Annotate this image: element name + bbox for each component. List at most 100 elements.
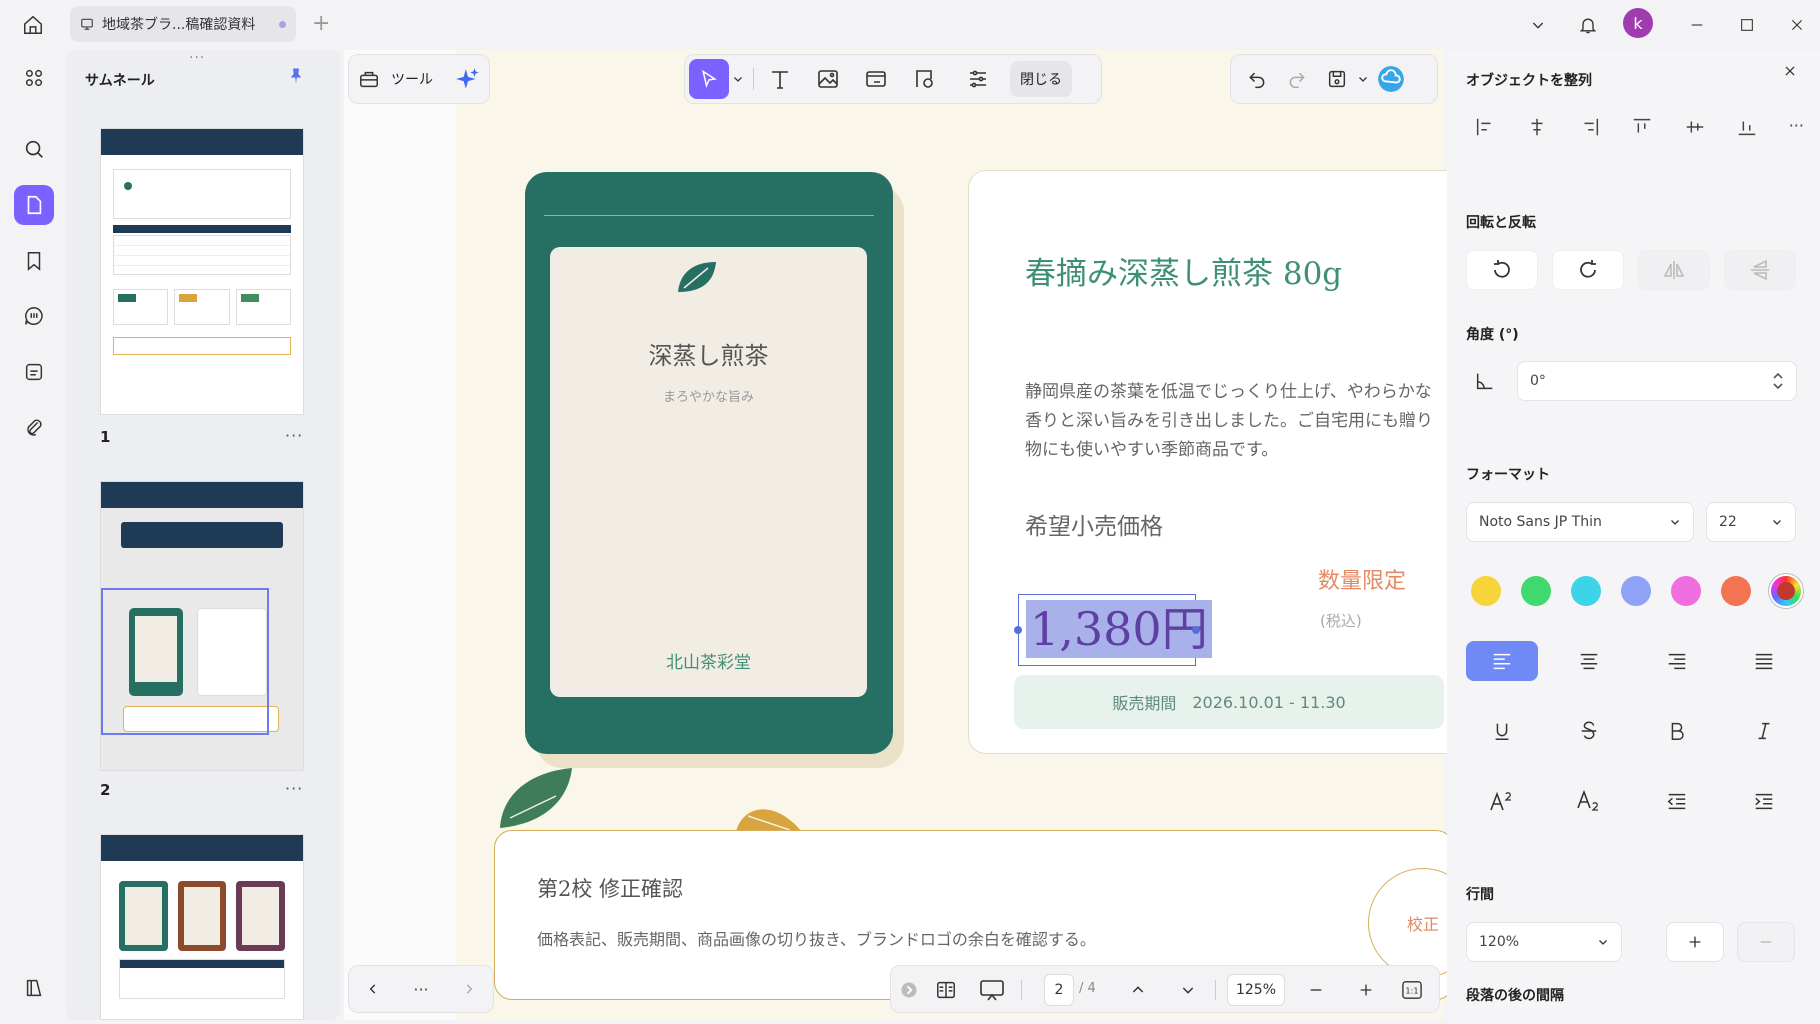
presentation-icon[interactable] [975, 966, 1009, 1014]
document-tab[interactable]: 地域茶ブラ...稿確認資料 [70, 6, 296, 42]
text-align-left-icon[interactable] [1466, 641, 1538, 681]
new-tab-button[interactable]: + [312, 12, 330, 36]
product-description[interactable]: 静岡県産の茶葉を低温でじっくり仕上げ、やわらかな香りと深い旨みを引き出しました。… [1025, 378, 1440, 465]
zoom-out-icon[interactable] [1301, 966, 1331, 1014]
link-tool-icon[interactable] [856, 59, 896, 99]
indent-icon[interactable] [1728, 781, 1800, 821]
chevron-down-icon[interactable] [729, 73, 747, 85]
note-body[interactable]: 価格表記、販売期間、商品画像の切り抜き、ブランドロゴの余白を確認する。 [537, 926, 1096, 950]
text-align-right-icon[interactable] [1641, 641, 1713, 681]
close-edit-button[interactable]: 閉じる [1010, 61, 1072, 97]
page-icon[interactable] [14, 185, 54, 225]
decrease-spacing-button[interactable] [1737, 922, 1795, 962]
select-tool-icon[interactable] [689, 59, 729, 99]
flip-horizontal-icon[interactable] [1638, 250, 1710, 290]
italic-icon[interactable] [1728, 711, 1800, 751]
resize-handle-left[interactable] [1014, 626, 1022, 634]
page-thumbnail-3[interactable] [100, 834, 304, 1020]
save-icon[interactable] [1317, 59, 1357, 99]
avatar[interactable]: k [1623, 8, 1653, 38]
product-name[interactable]: 春摘み深蒸し煎茶 80g [1025, 248, 1342, 293]
tools-label[interactable]: ツール [391, 69, 433, 89]
increase-spacing-button[interactable] [1666, 922, 1724, 962]
bold-icon[interactable] [1641, 711, 1713, 751]
minimize-icon[interactable] [1682, 10, 1712, 40]
align-center-h-icon[interactable] [1526, 116, 1548, 138]
line-spacing-select[interactable]: 120% [1466, 922, 1622, 962]
tax-label[interactable]: (税込) [1320, 610, 1362, 631]
page-layout-icon[interactable] [931, 966, 961, 1014]
more-align-icon[interactable]: ··· [1789, 116, 1804, 138]
underline-icon[interactable] [1466, 711, 1538, 751]
flip-vertical-icon[interactable] [1724, 250, 1796, 290]
chevron-up-icon[interactable] [1123, 966, 1153, 1014]
color-swatch[interactable] [1721, 576, 1751, 606]
price-label[interactable]: 希望小売価格 [1025, 507, 1163, 541]
close-panel-icon[interactable] [1783, 64, 1797, 78]
actual-size-icon[interactable]: 1:1 [1397, 966, 1427, 1014]
toolbox-icon[interactable] [357, 68, 381, 90]
chevron-down-icon[interactable] [1173, 966, 1203, 1014]
text-align-center-icon[interactable] [1553, 641, 1625, 681]
home-icon[interactable] [18, 10, 48, 40]
undo-icon[interactable] [1237, 59, 1277, 99]
align-middle-icon[interactable] [1684, 116, 1706, 138]
font-family-select[interactable]: Noto Sans JP Thin [1466, 502, 1694, 542]
redo-icon[interactable] [1277, 59, 1317, 99]
cloud-sync-icon[interactable] [1371, 59, 1411, 99]
text-justify-icon[interactable] [1728, 641, 1800, 681]
properties-icon[interactable] [958, 59, 998, 99]
stepper-icon[interactable] [1772, 370, 1784, 392]
attachment-icon[interactable] [14, 408, 54, 448]
custom-color-picker[interactable] [1771, 576, 1801, 606]
form-icon[interactable] [14, 352, 54, 392]
align-right-icon[interactable] [1579, 116, 1601, 138]
stamp-tool-icon[interactable] [904, 59, 944, 99]
rotate-right-icon[interactable] [1552, 250, 1624, 290]
page-thumbnail-1[interactable] [100, 128, 304, 415]
pin-icon[interactable] [287, 66, 305, 86]
color-swatch[interactable] [1521, 576, 1551, 606]
image-tool-icon[interactable] [808, 59, 848, 99]
align-left-icon[interactable] [1474, 116, 1496, 138]
text-tool-icon[interactable] [760, 59, 800, 99]
chevron-down-icon[interactable] [1523, 10, 1553, 40]
color-swatch[interactable] [1471, 576, 1501, 606]
search-icon[interactable] [14, 129, 54, 169]
color-swatch[interactable] [1671, 576, 1701, 606]
drag-grip-icon[interactable]: ··· [189, 50, 205, 66]
ai-sparkle-icon[interactable] [455, 66, 481, 92]
limited-badge[interactable]: 数量限定 [1318, 563, 1406, 595]
resize-handle-right[interactable] [1192, 626, 1200, 634]
page-thumbnail-2[interactable] [100, 481, 304, 771]
grid-icon[interactable] [14, 58, 54, 98]
sidebar-toggle-icon[interactable] [14, 968, 54, 1008]
maximize-icon[interactable] [1732, 10, 1762, 40]
close-window-icon[interactable] [1782, 10, 1812, 40]
bookmark-icon[interactable] [14, 241, 54, 281]
note-title[interactable]: 第2校 修正確認 [537, 873, 683, 903]
subscript-icon[interactable] [1553, 781, 1625, 821]
more-options-icon[interactable]: ··· [285, 779, 303, 798]
align-top-icon[interactable] [1631, 116, 1653, 138]
rotate-left-icon[interactable] [1466, 250, 1538, 290]
expand-icon[interactable] [899, 966, 919, 1014]
chevron-left-icon[interactable] [366, 982, 380, 996]
price-text[interactable]: 1,380円 [1026, 600, 1212, 658]
zoom-in-icon[interactable] [1351, 966, 1381, 1014]
strikethrough-icon[interactable] [1553, 711, 1625, 751]
comment-icon[interactable] [14, 296, 54, 336]
color-swatch[interactable] [1571, 576, 1601, 606]
align-bottom-icon[interactable] [1736, 116, 1758, 138]
outdent-icon[interactable] [1641, 781, 1713, 821]
more-options-icon[interactable]: ··· [285, 426, 303, 445]
superscript-icon[interactable] [1466, 781, 1538, 821]
bell-icon[interactable] [1573, 10, 1603, 40]
font-size-select[interactable]: 22 [1706, 502, 1796, 542]
chevron-down-icon[interactable] [1357, 73, 1371, 85]
chevron-right-icon[interactable] [462, 982, 476, 996]
current-page-input[interactable]: 2 [1044, 974, 1074, 1006]
angle-input[interactable]: 0° [1517, 361, 1797, 401]
color-swatch[interactable] [1621, 576, 1651, 606]
zoom-level[interactable]: 125% [1227, 974, 1285, 1006]
